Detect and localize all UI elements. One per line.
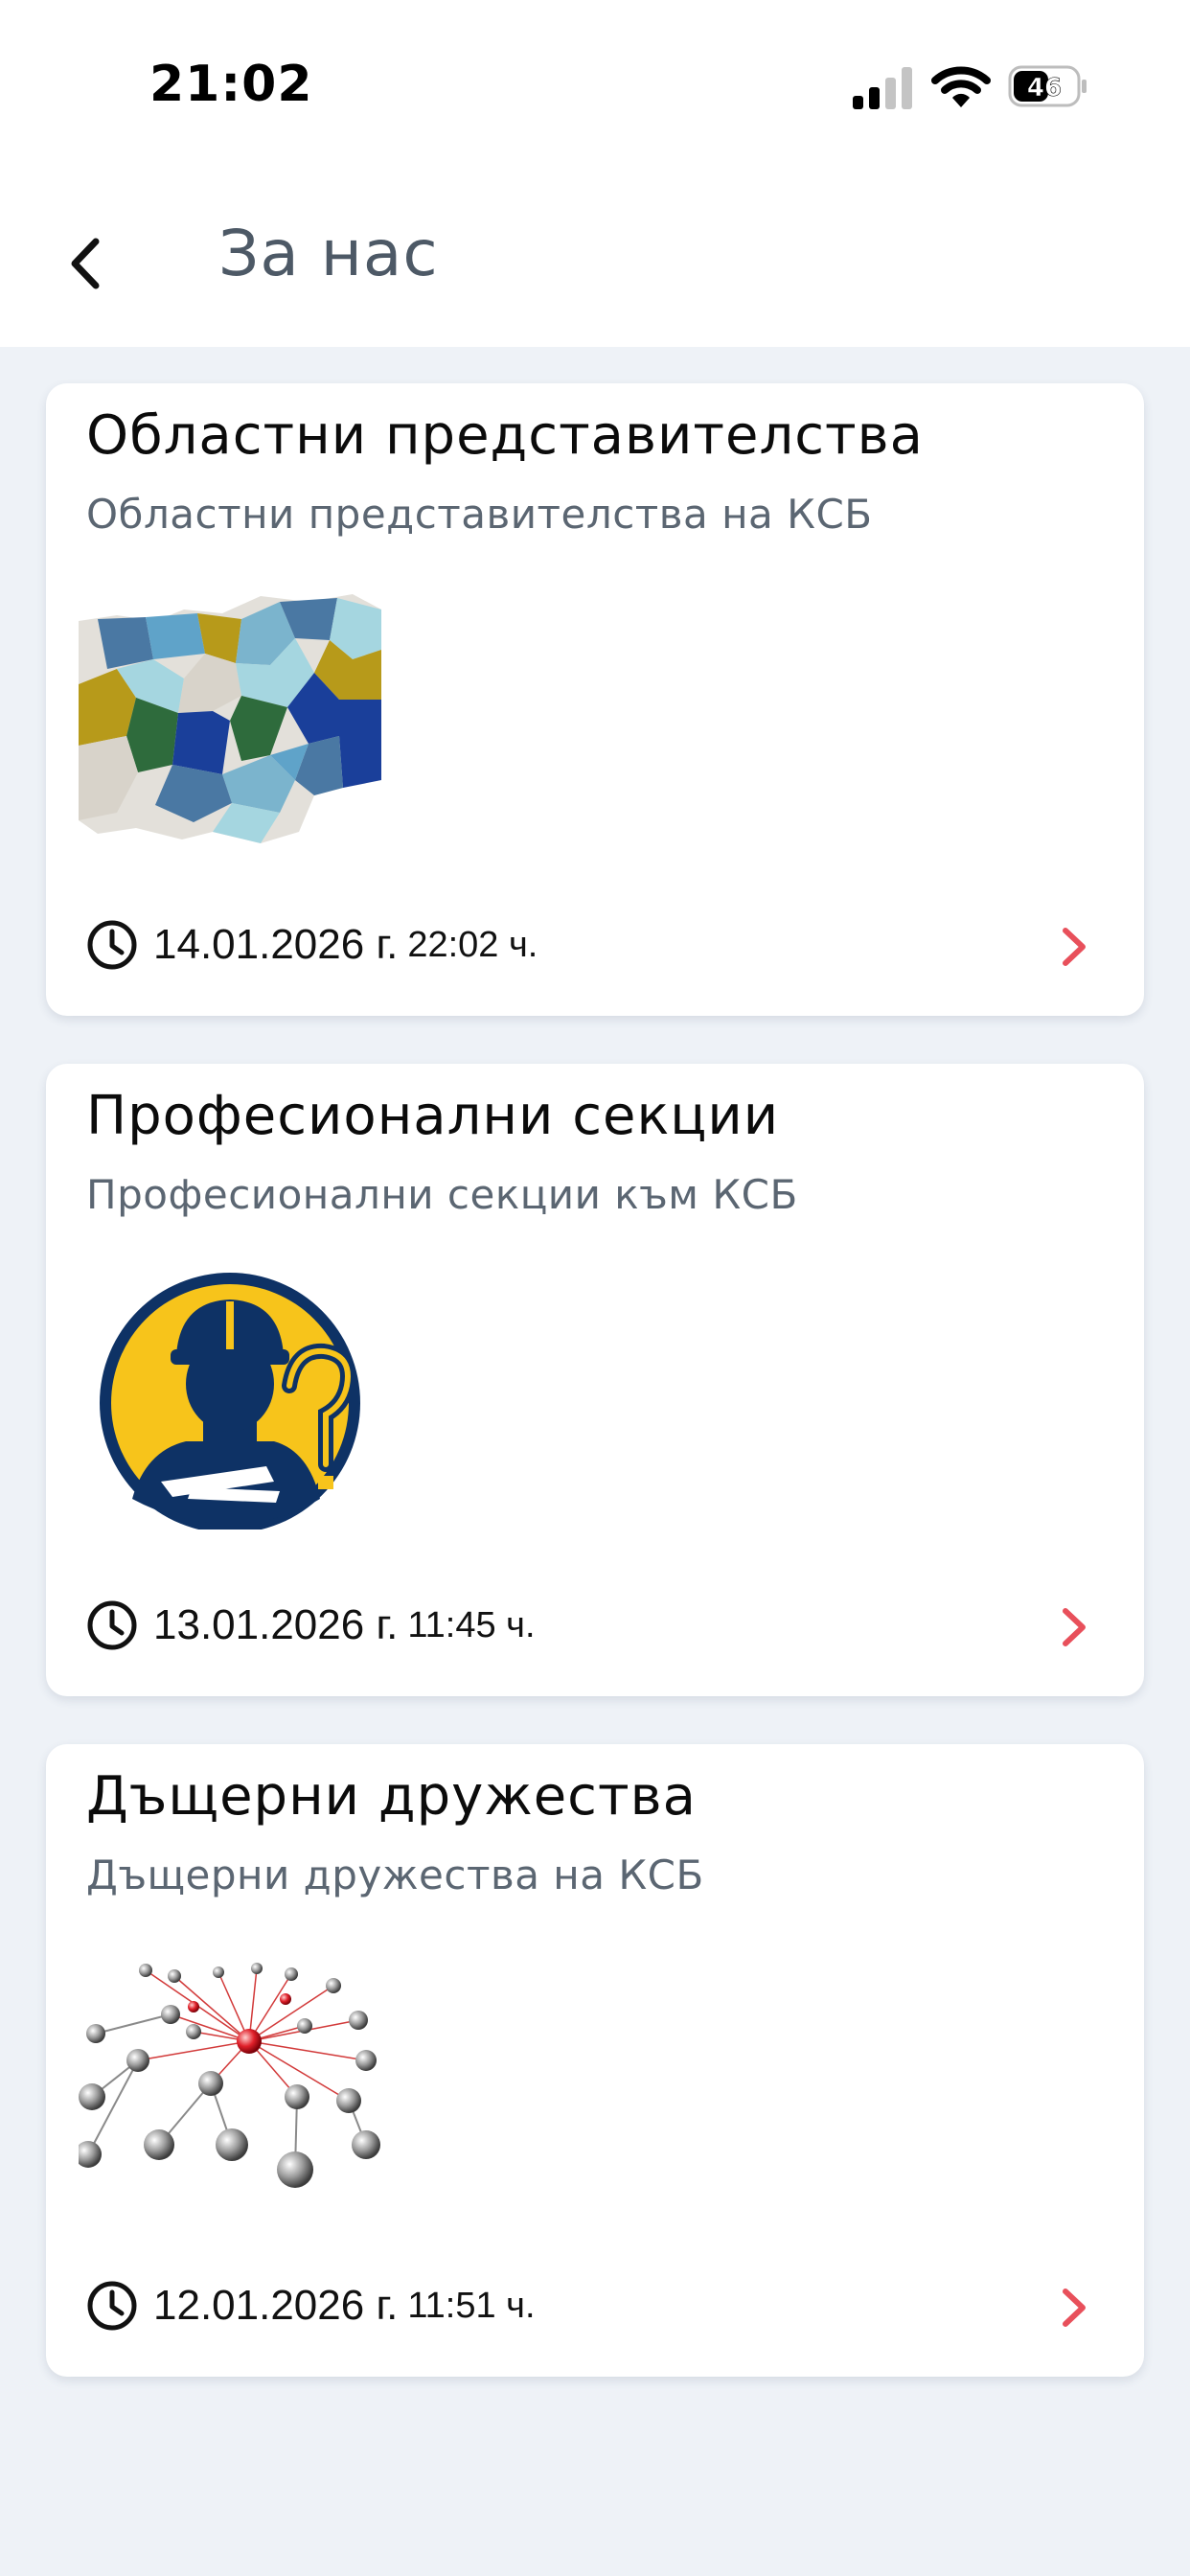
- battery-icon: 46: [1008, 65, 1087, 107]
- chevron-left-icon: [71, 238, 100, 289]
- card-subsidiaries[interactable]: Дъщерни дружества Дъщерни дружества на К…: [46, 1744, 1144, 2377]
- back-button[interactable]: [50, 220, 119, 307]
- card-subtitle: Дъщерни дружества на КСБ: [86, 1852, 704, 1898]
- card-date: 13.01.2026 г.: [153, 1601, 399, 1648]
- chevron-right-icon: [1063, 928, 1086, 966]
- card-date: 12.01.2026 г.: [153, 2282, 399, 2329]
- card-meta: 12.01.2026 г. 11:51 ч.: [86, 2277, 536, 2334]
- bulgaria-regions-map-image: [79, 592, 381, 849]
- card-title: Професионални секции: [86, 1085, 780, 1147]
- chevron-right-icon: [1063, 1608, 1086, 1646]
- status-bar: 21:02 46: [0, 0, 1190, 182]
- network-spheres-image: [79, 1953, 381, 2210]
- clock-icon: [87, 1600, 137, 1650]
- card-title: Областни представителства: [86, 404, 924, 467]
- clock-icon: [87, 920, 137, 970]
- card-meta: 13.01.2026 г. 11:45 ч.: [86, 1597, 536, 1654]
- card-meta: 14.01.2026 г. 22:02 ч.: [86, 916, 538, 974]
- wifi-icon: [931, 66, 991, 107]
- status-time: 21:02: [149, 56, 313, 113]
- card-professional-sections[interactable]: Професионални секции Професионални секци…: [46, 1064, 1144, 1696]
- card-subtitle: Областни представителства на КСБ: [86, 491, 873, 538]
- card-regional-offices[interactable]: Областни представителства Областни предс…: [46, 383, 1144, 1016]
- card-subtitle: Професионални секции към КСБ: [86, 1171, 798, 1218]
- card-time: 22:02 ч.: [407, 924, 538, 965]
- cellular-signal-icon: [853, 67, 912, 109]
- battery-level: 46: [1027, 74, 1062, 103]
- header-bar: За нас: [0, 182, 1190, 347]
- card-time: 11:51 ч.: [407, 2285, 536, 2326]
- card-title: Дъщерни дружества: [86, 1765, 697, 1828]
- builder-question-logo-image: [100, 1273, 360, 1530]
- chevron-right-icon: [1063, 2288, 1086, 2327]
- clock-icon: [87, 2281, 137, 2331]
- card-time: 11:45 ч.: [407, 1604, 536, 1645]
- card-date: 14.01.2026 г.: [153, 921, 399, 968]
- page-title: За нас: [218, 217, 439, 290]
